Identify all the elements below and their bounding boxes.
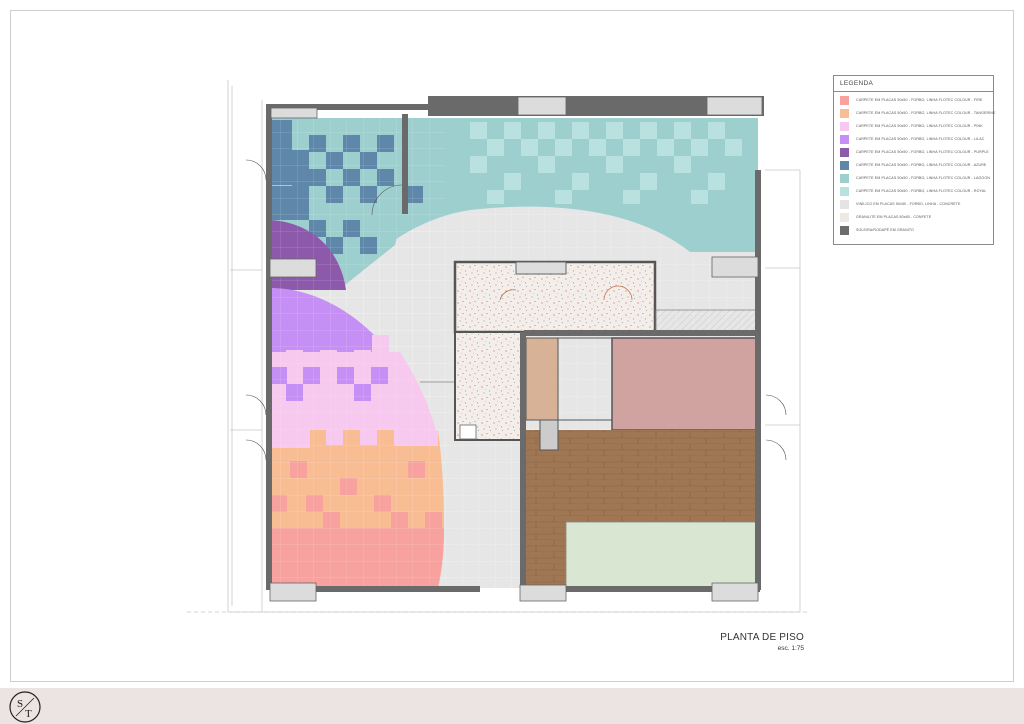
legend-item: VINÍLICO EM PLACAS 50x50 - FORBO, LINHA … [840, 199, 960, 209]
storage-1 [525, 337, 559, 421]
logo-icon: S T [9, 691, 41, 723]
storage-2 [557, 337, 613, 421]
legend-swatch [840, 134, 849, 144]
legend-swatch [840, 173, 849, 183]
legend-text: CARPETE EM PLACAS 50x50 - FORBO, LINHA F… [856, 150, 989, 154]
legend-item: CARPETE EM PLACAS 50x50 - FORBO, LINHA F… [840, 160, 986, 170]
legend-text: SOLEIRA/RODAPÉ EM GRANITO [856, 228, 914, 232]
legend-item: CARPETE EM PLACAS 50x50 - FORBO, LINHA F… [840, 147, 989, 157]
legend-swatch [840, 108, 849, 118]
footer-bar [0, 688, 1024, 724]
legend-item: SOLEIRA/RODAPÉ EM GRANITO [840, 225, 914, 235]
legend-text: CARPETE EM PLACAS 50x50 - FORBO, LINHA F… [856, 98, 983, 102]
pink-room [611, 337, 759, 431]
legend-text: CARPETE EM PLACAS 50x50 - FORBO, LINHA F… [856, 189, 987, 193]
legend-swatch [840, 95, 849, 105]
svg-text:T: T [25, 708, 32, 720]
legend-item: CARPETE EM PLACAS 50x50 - FORBO, LINHA F… [840, 186, 986, 196]
legend-title: LEGENDA [834, 76, 993, 92]
legend-swatch [840, 121, 849, 131]
plan-title: PLANTA DE PISO [720, 632, 804, 643]
legend-swatch [840, 225, 849, 235]
legend-item: CARPETE EM PLACAS 50x50 - FORBO, LINHA F… [840, 121, 983, 131]
legend-text: VINÍLICO EM PLACAS 50x50 - FORBO, LINHA … [856, 202, 961, 206]
legend: LEGENDA CARPETE EM PLACAS 50x50 - FORBO,… [833, 75, 995, 245]
legend-swatch [840, 147, 849, 157]
legend-swatch [840, 160, 849, 170]
legend-swatch [840, 199, 849, 209]
legend-item: CARPETE EM PLACAS 50x50 - FORBO, LINHA F… [840, 108, 995, 118]
svg-text:S: S [17, 698, 23, 710]
legend-swatch [840, 212, 849, 222]
legend-swatch [840, 186, 849, 196]
legend-text: CARPETE EM PLACAS 50x50 - FORBO, LINHA F… [856, 176, 990, 180]
green-room [565, 521, 759, 589]
legend-item: GRANILITE EM PLACAS 80x80 - CONFETE [840, 212, 931, 222]
legend-text: GRANILITE EM PLACAS 80x80 - CONFETE [856, 215, 932, 219]
legend-item: CARPETE EM PLACAS 50x50 - FORBO, LINHA F… [840, 134, 984, 144]
legend-text: CARPETE EM PLACAS 50x50 - FORBO, LINHA F… [856, 137, 985, 141]
plan-scale: esc. 1:75 [777, 645, 804, 652]
legend-item: CARPETE EM PLACAS 50x50 - FORBO, LINHA F… [840, 95, 983, 105]
legend-text: CARPETE EM PLACAS 50x50 - FORBO, LINHA F… [856, 124, 983, 128]
legend-text: CARPETE EM PLACAS 50x50 - FORBO, LINHA F… [856, 111, 996, 115]
legend-text: CARPETE EM PLACAS 50x50 - FORBO, LINHA F… [856, 163, 987, 167]
legend-item: CARPETE EM PLACAS 50x50 - FORBO, LINHA F… [840, 173, 990, 183]
kitchen-area [454, 331, 524, 441]
